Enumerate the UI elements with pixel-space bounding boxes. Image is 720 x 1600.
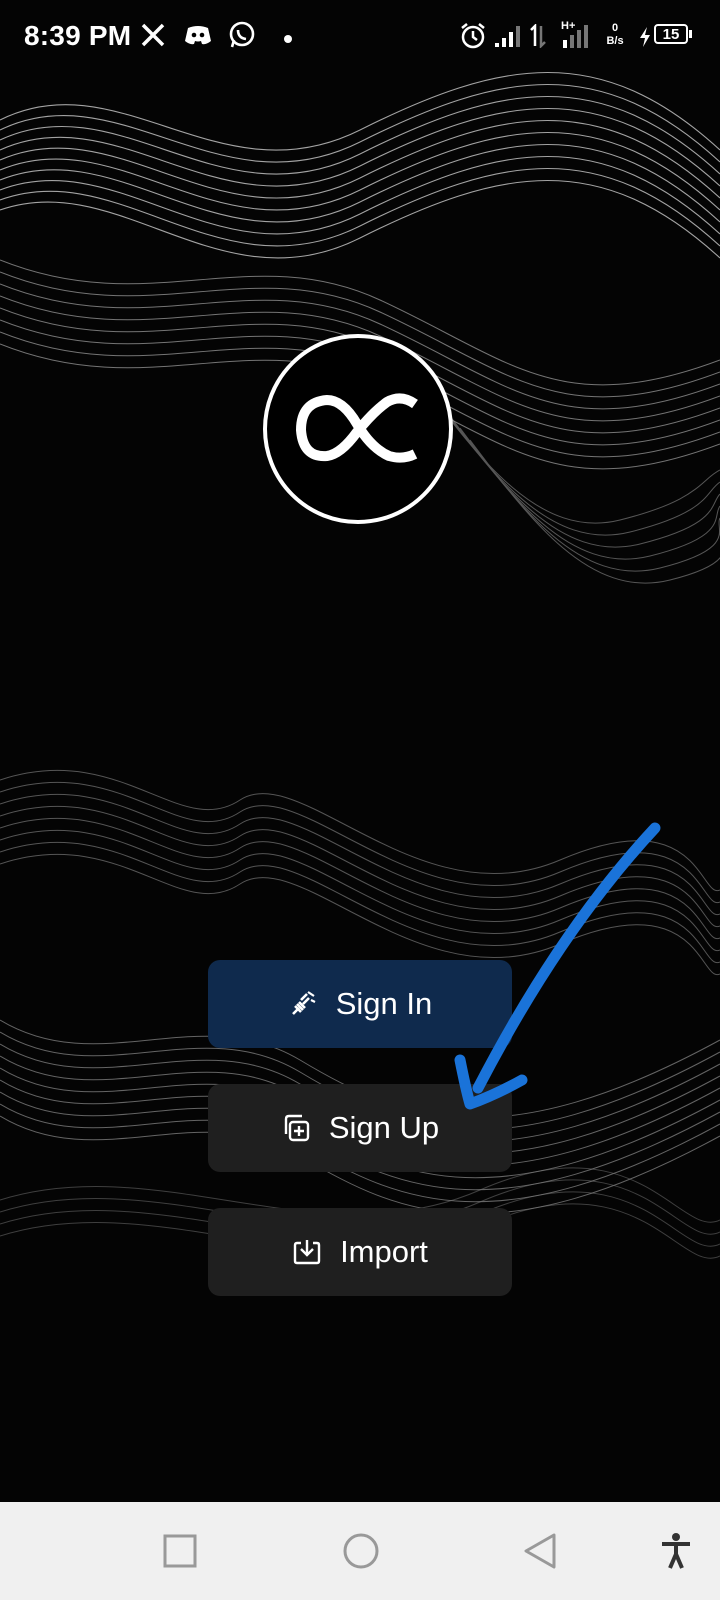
discord-icon — [184, 24, 212, 51]
sign-in-button[interactable]: Sign In — [208, 960, 512, 1048]
network-type-label: H+ — [561, 20, 575, 32]
alpha-logo-icon — [295, 393, 418, 463]
accessibility-icon[interactable] — [651, 1526, 701, 1576]
charging-icon — [638, 26, 652, 53]
status-bar: 8:39 PM H+ 0 B/s 15 — [0, 0, 720, 72]
battery-icon: 15 — [654, 24, 694, 46]
home-circle-icon[interactable] — [336, 1526, 386, 1576]
data-arrows-icon — [530, 22, 546, 53]
top-wave-background — [0, 72, 720, 584]
alarm-icon — [459, 22, 487, 55]
plug-icon — [288, 989, 318, 1019]
sign-in-label: Sign In — [335, 986, 433, 1021]
add-copy-icon — [281, 1113, 311, 1143]
whatsapp-icon — [228, 21, 256, 54]
net-speed-indicator: 0 B/s — [600, 22, 630, 48]
app-logo — [263, 334, 453, 524]
back-triangle-icon[interactable] — [515, 1526, 565, 1576]
sign-up-button[interactable]: Sign Up — [208, 1084, 512, 1172]
welcome-screen: 8:39 PM H+ 0 B/s 15 Sign In Sign Up Impo… — [0, 0, 720, 1600]
x-icon — [140, 22, 166, 53]
dot-icon — [283, 31, 293, 49]
sign-up-label: Sign Up — [328, 1110, 440, 1145]
download-tray-icon — [292, 1237, 322, 1267]
status-time: 8:39 PM — [24, 20, 132, 51]
net-speed-value: 0 — [611, 22, 619, 34]
import-label: Import — [340, 1234, 428, 1269]
system-nav-bar — [0, 1502, 720, 1600]
import-button[interactable]: Import — [208, 1208, 512, 1296]
net-speed-unit: B/s — [606, 35, 624, 47]
signal-h-plus-icon: H+ — [552, 18, 592, 55]
battery-level: 15 — [654, 24, 688, 44]
recents-square-icon[interactable] — [155, 1526, 205, 1576]
signal-icon — [494, 24, 522, 53]
